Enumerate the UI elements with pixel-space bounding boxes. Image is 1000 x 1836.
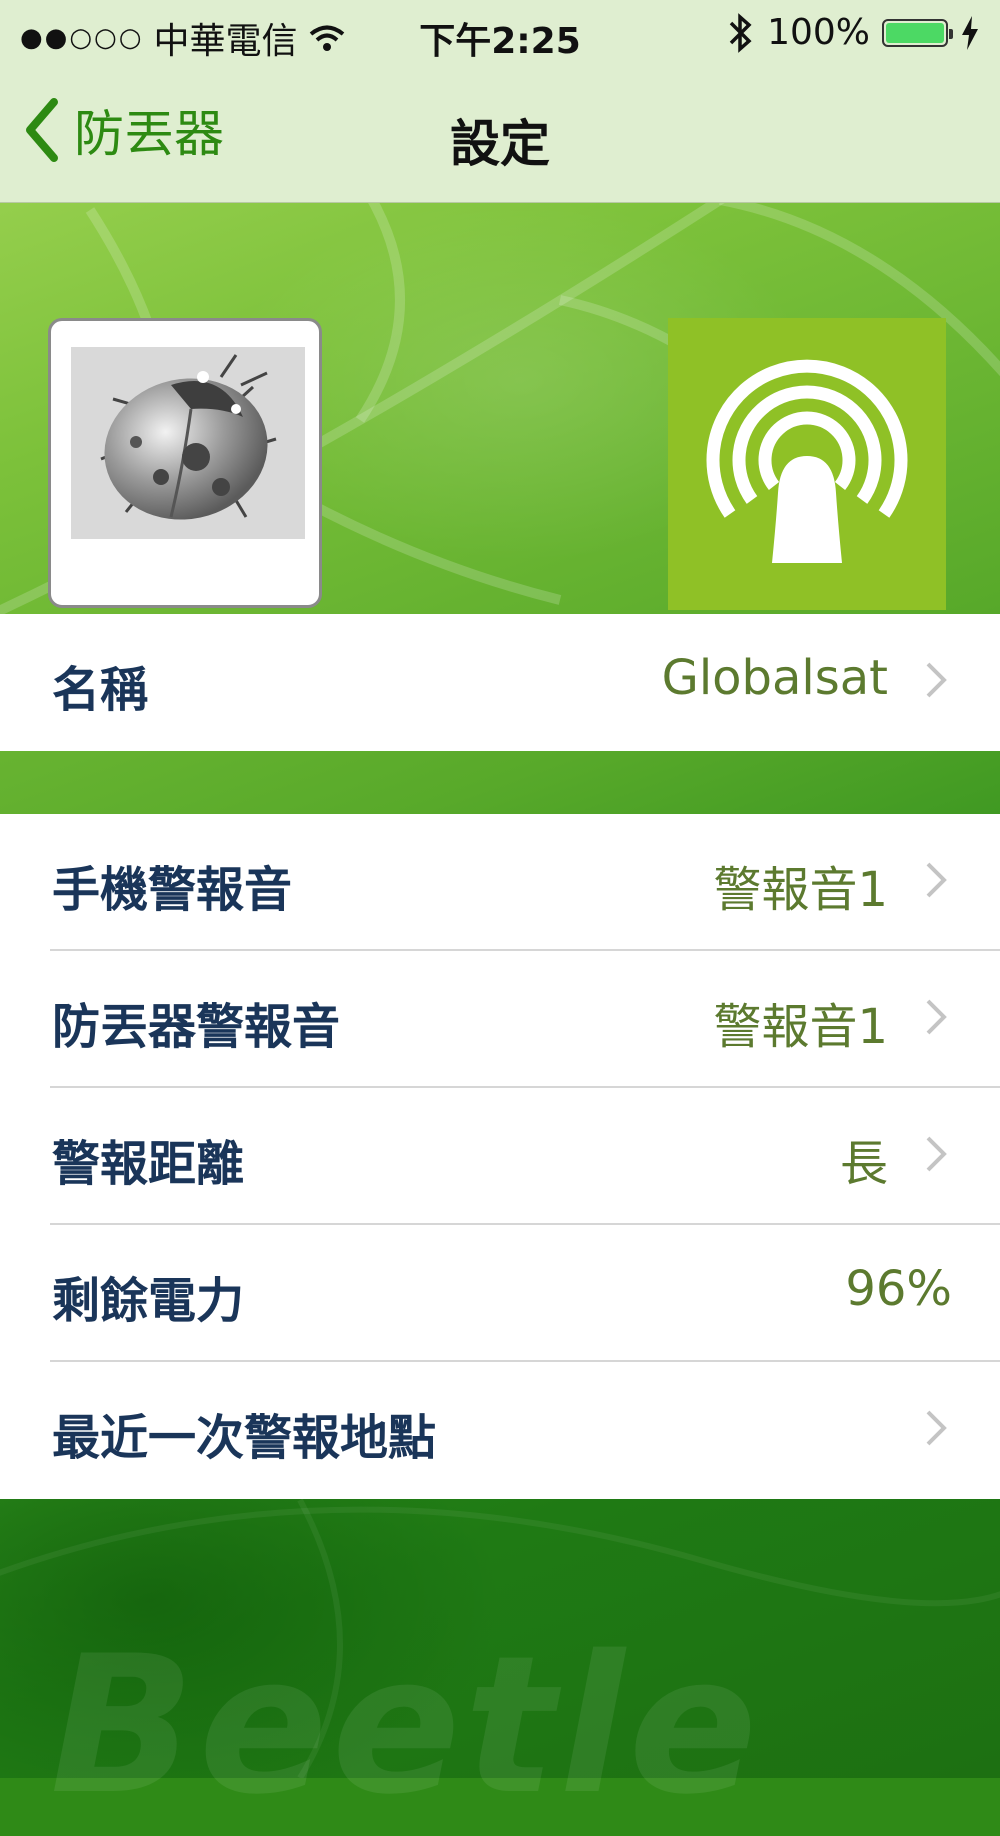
broadcast-button[interactable]	[668, 318, 946, 610]
chevron-right-icon	[926, 999, 947, 1035]
tracker-alarm-sound-value: 警報音1	[713, 999, 888, 1055]
battery-percent: 100%	[767, 12, 870, 53]
brand-watermark: Beetle	[50, 1615, 762, 1836]
chevron-right-icon	[926, 662, 947, 698]
bluetooth-icon	[729, 12, 752, 53]
chevron-right-icon	[926, 862, 947, 898]
alarm-distance-row[interactable]: 警報距離 長	[0, 1088, 1000, 1225]
alarm-distance-label: 警報距離	[52, 1136, 245, 1192]
alarm-distance-value: 長	[839, 1136, 888, 1192]
status-bar: ●●○○○ 中華電信 下午2:25 100%	[0, 0, 1000, 70]
last-alarm-location-label: 最近一次警報地點	[52, 1410, 437, 1466]
chevron-right-icon	[926, 1136, 947, 1172]
settings-group-name: 名稱 Globalsat	[0, 614, 1000, 751]
battery-icon	[882, 18, 953, 47]
name-row[interactable]: 名稱 Globalsat	[0, 614, 1000, 751]
tracker-alarm-sound-row[interactable]: 防丟器警報音 警報音1	[0, 951, 1000, 1088]
last-alarm-location-row[interactable]: 最近一次警報地點	[0, 1362, 1000, 1499]
remaining-battery-row: 剩餘電力 96%	[0, 1225, 1000, 1362]
name-value: Globalsat	[661, 650, 888, 706]
phone-alarm-sound-row[interactable]: 手機警報音 警報音1	[0, 814, 1000, 951]
settings-group-alarm: 手機警報音 警報音1 防丟器警報音 警報音1 警報距離 長 剩餘電力 96% 最…	[0, 814, 1000, 1499]
charging-icon	[962, 15, 978, 50]
beetle-image	[71, 347, 305, 539]
remaining-battery-value: 96%	[845, 1261, 952, 1317]
broadcast-signal-icon	[706, 359, 908, 563]
chevron-right-icon	[926, 1410, 947, 1446]
remaining-battery-label: 剩餘電力	[52, 1273, 245, 1329]
page-title: 設定	[450, 115, 550, 173]
top-bar: ●●○○○ 中華電信 下午2:25 100% 防丟器 設定	[0, 0, 1000, 203]
phone-alarm-sound-label: 手機警報音	[52, 862, 293, 918]
navigation-bar: 防丟器 設定	[0, 70, 1000, 202]
phone-alarm-sound-value: 警報音1	[713, 862, 888, 918]
device-photo[interactable]	[48, 318, 322, 608]
tracker-alarm-sound-label: 防丟器警報音	[52, 999, 341, 1055]
name-label: 名稱	[52, 662, 149, 718]
